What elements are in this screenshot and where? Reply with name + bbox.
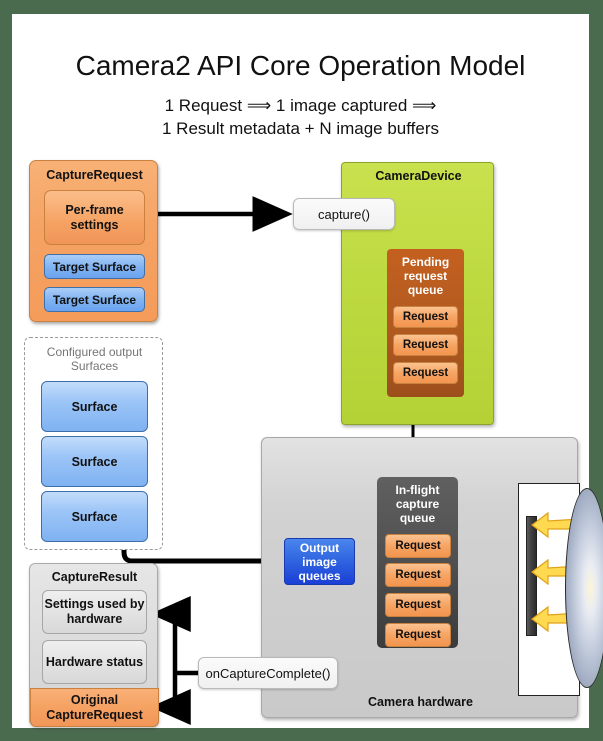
in-flight-request-4[interactable]: Request — [385, 623, 451, 647]
target-surface-2-label: Target Surface — [52, 292, 137, 307]
target-surface-1-label: Target Surface — [52, 259, 137, 274]
capture-request-box[interactable]: CaptureRequest Per-frame settings Target… — [29, 160, 158, 322]
subtitle-line-1: 1 Request ⟹ 1 image captured ⟹ — [164, 96, 437, 115]
surface-2[interactable]: Surface — [41, 436, 148, 487]
camera-device-title: CameraDevice — [375, 169, 462, 183]
in-flight-capture-queue-title: In-flight capture queue — [395, 483, 440, 525]
in-flight-request-3-label: Request — [395, 599, 441, 611]
pending-request-queue-title: Pending request queue — [401, 255, 450, 297]
hardware-status-box[interactable]: Hardware status — [42, 640, 147, 684]
capture-method-callout[interactable]: capture() — [293, 198, 395, 230]
diagram-root: Camera2 API Core Operation Model 1 Reque… — [0, 0, 603, 741]
hardware-status-label: Hardware status — [45, 654, 144, 669]
page-title: Camera2 API Core Operation Model — [75, 50, 526, 81]
per-frame-settings-box[interactable]: Per-frame settings — [44, 190, 145, 245]
capture-result-title: CaptureResult — [51, 570, 138, 584]
on-capture-complete-label: onCaptureComplete() — [205, 665, 331, 681]
settings-used-by-hardware-label: Settings used by hardware — [44, 597, 145, 626]
pending-request-3[interactable]: Request — [393, 362, 458, 384]
surface-3[interactable]: Surface — [41, 491, 148, 542]
settings-used-by-hardware-box[interactable]: Settings used by hardware — [42, 590, 147, 634]
on-capture-complete-callout[interactable]: onCaptureComplete() — [198, 657, 338, 689]
pending-request-1-label: Request — [402, 311, 449, 323]
configured-output-surfaces-box: Configured output Surfaces Surface Surfa… — [24, 337, 163, 550]
pending-request-1[interactable]: Request — [393, 306, 458, 328]
capture-method-label: capture() — [317, 206, 371, 222]
surface-3-label: Surface — [71, 509, 118, 524]
target-surface-2[interactable]: Target Surface — [44, 287, 145, 312]
surface-2-label: Surface — [71, 454, 118, 469]
original-capture-request-label: Original CaptureRequest — [46, 692, 143, 722]
pending-request-queue-box[interactable]: Pending request queue Request Request Re… — [387, 249, 464, 397]
camera-lens-icon — [565, 488, 603, 688]
original-capture-request-box[interactable]: Original CaptureRequest — [30, 688, 159, 727]
capture-result-box[interactable]: CaptureResult Settings used by hardware … — [29, 563, 159, 727]
subtitle-line-2: 1 Result metadata + N image buffers — [161, 119, 440, 138]
surface-1[interactable]: Surface — [41, 381, 148, 432]
pending-request-2[interactable]: Request — [393, 334, 458, 356]
capture-request-title: CaptureRequest — [46, 168, 143, 182]
target-surface-1[interactable]: Target Surface — [44, 254, 145, 279]
in-flight-request-3[interactable]: Request — [385, 593, 451, 617]
output-image-queues-label: Output image queues — [298, 540, 341, 583]
diagram-canvas: Camera2 API Core Operation Model 1 Reque… — [12, 14, 603, 728]
in-flight-capture-queue-box[interactable]: In-flight capture queue Request Request … — [377, 477, 458, 648]
in-flight-request-2[interactable]: Request — [385, 563, 451, 587]
per-frame-settings-label: Per-frame settings — [65, 202, 124, 232]
output-image-queues-box[interactable]: Output image queues — [284, 538, 355, 585]
in-flight-request-4-label: Request — [395, 629, 441, 641]
in-flight-request-1-label: Request — [395, 540, 441, 552]
pending-request-3-label: Request — [402, 367, 449, 379]
in-flight-request-1[interactable]: Request — [385, 534, 451, 558]
camera-hardware-label: Camera hardware — [368, 695, 473, 709]
pending-request-2-label: Request — [402, 339, 449, 351]
surface-1-label: Surface — [71, 399, 118, 414]
configured-output-surfaces-label: Configured output Surfaces — [46, 345, 143, 373]
in-flight-request-2-label: Request — [395, 569, 441, 581]
